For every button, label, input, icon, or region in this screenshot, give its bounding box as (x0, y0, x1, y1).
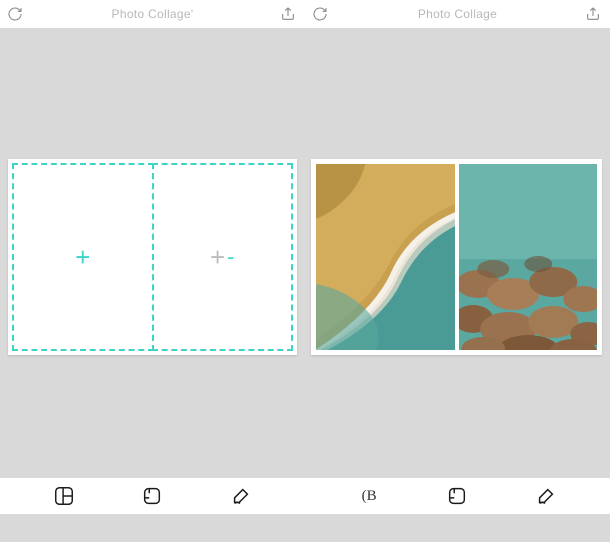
minus-icon: - (227, 244, 234, 270)
share-icon[interactable] (279, 5, 297, 23)
photo-beach[interactable] (316, 164, 455, 350)
text-tool[interactable]: (B (356, 483, 382, 509)
top-toolbar: Photo Collage' Photo Collage (0, 0, 610, 28)
topbar-left: Photo Collage' (0, 0, 305, 28)
bottom-toolbar: (B (0, 478, 610, 514)
toolbar-left (0, 478, 305, 514)
add-slot-left[interactable]: + (12, 163, 154, 351)
app-title-right: Photo Collage (305, 7, 610, 21)
topbar-right: Photo Collage (305, 0, 610, 28)
footer-spacer (0, 514, 610, 542)
layout-icon[interactable] (51, 483, 77, 509)
share-icon[interactable] (584, 5, 602, 23)
edit-icon[interactable] (228, 483, 254, 509)
app-title-left: Photo Collage' (0, 7, 305, 21)
refresh-icon[interactable] (311, 5, 329, 23)
edit-icon[interactable] (533, 483, 559, 509)
collage-filled (311, 159, 602, 355)
add-slot-right[interactable]: +- (152, 163, 294, 351)
toolbar-right: (B (305, 478, 610, 514)
plus-icon: + (75, 244, 90, 270)
frame-icon[interactable] (139, 483, 165, 509)
frame-icon[interactable] (444, 483, 470, 509)
collage-empty: + +- (8, 159, 297, 355)
refresh-icon[interactable] (6, 5, 24, 23)
canvas-area: + +- (0, 28, 610, 486)
plus-icon: + (210, 244, 225, 270)
photo-rocks[interactable] (459, 164, 598, 350)
